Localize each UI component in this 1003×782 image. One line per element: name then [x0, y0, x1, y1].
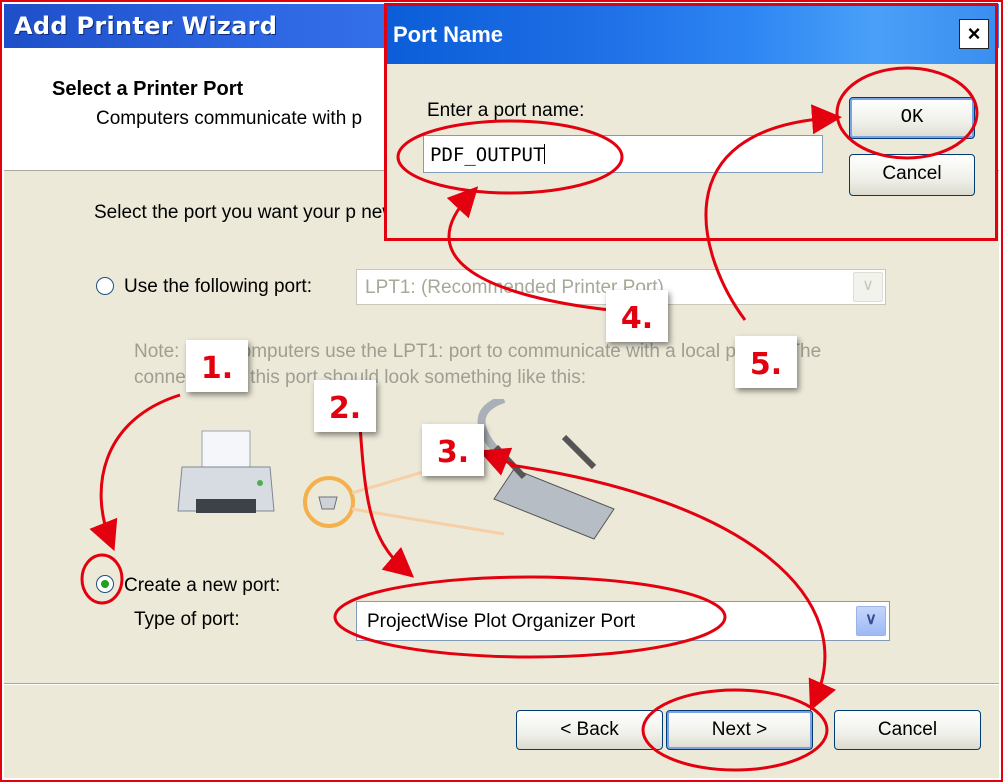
page-subtitle: Computers communicate with p: [96, 108, 363, 129]
text-cursor: [544, 144, 546, 164]
create-new-port-label[interactable]: Create a new port:: [124, 575, 280, 597]
port-name-prompt: Enter a port name:: [427, 100, 585, 121]
chevron-down-icon: ∨: [865, 611, 877, 628]
port-name-dialog: Port Name × Enter a port name: PDF_OUTPU…: [384, 3, 998, 241]
use-following-port-radio[interactable]: [96, 277, 114, 295]
existing-port-value: LPT1: (Recommended Printer Port): [365, 277, 664, 298]
existing-port-dropdown-button[interactable]: ∨: [853, 272, 883, 302]
dialog-title-bar[interactable]: Port Name ×: [387, 6, 995, 64]
existing-port-select[interactable]: LPT1: (Recommended Printer Port) ∨: [356, 269, 886, 305]
ok-button[interactable]: OK: [849, 97, 975, 139]
type-of-port-label: Type of port:: [134, 609, 240, 630]
port-name-value: PDF_OUTPUT: [430, 144, 545, 166]
footer-divider: [4, 683, 999, 685]
port-name-input[interactable]: PDF_OUTPUT: [423, 135, 823, 173]
port-icon: [318, 496, 338, 510]
lpt-note-text: Note: Most computers use the LPT1: port …: [134, 341, 822, 388]
wizard-title: Add Printer Wizard: [14, 12, 278, 40]
port-type-value: ProjectWise Plot Organizer Port: [367, 611, 636, 632]
port-type-dropdown-button[interactable]: ∨: [856, 606, 886, 636]
printer-icon: [177, 430, 275, 513]
radio-selected-dot: [101, 580, 109, 588]
back-button[interactable]: < Back: [516, 710, 663, 750]
cancel-button[interactable]: Cancel: [834, 710, 981, 750]
port-type-select[interactable]: ProjectWise Plot Organizer Port ∨: [356, 601, 890, 641]
dialog-title: Port Name: [393, 22, 504, 47]
db25-connector-icon: [477, 399, 615, 540]
create-new-port-radio[interactable]: [96, 575, 114, 593]
printer-connector-illustration: [177, 399, 615, 540]
page-title: Select a Printer Port: [52, 78, 244, 100]
dialog-cancel-button[interactable]: Cancel: [849, 154, 975, 196]
close-button[interactable]: ×: [959, 19, 989, 49]
chevron-down-icon: ∨: [862, 277, 874, 294]
next-button[interactable]: Next >: [666, 710, 813, 750]
use-following-port-label[interactable]: Use the following port:: [124, 276, 312, 298]
